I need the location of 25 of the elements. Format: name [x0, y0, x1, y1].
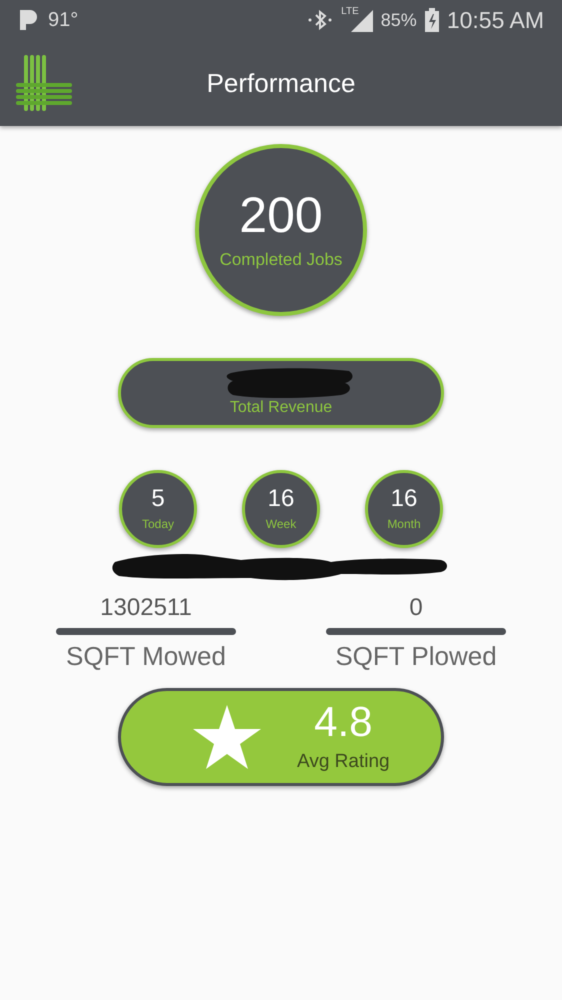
star-icon	[193, 705, 261, 769]
period-count: 16	[390, 487, 418, 511]
period-label: Month	[387, 517, 421, 531]
bluetooth-icon	[307, 9, 334, 31]
sqft-label: SQFT Mowed	[66, 641, 226, 672]
period-label: Today	[142, 517, 174, 531]
sqft-value: 1302511	[100, 594, 192, 622]
network-label: LTE	[341, 6, 359, 17]
revenue-label: Total Revenue	[230, 399, 332, 417]
rating-label: Avg Rating	[297, 751, 390, 773]
rating-value: 4.8	[314, 701, 372, 743]
app-logo-icon	[16, 55, 72, 111]
completed-jobs-label: Completed Jobs	[220, 250, 342, 270]
temperature: 91°	[48, 8, 78, 32]
screen-title: Performance	[206, 68, 356, 98]
period-count: 16	[268, 487, 294, 511]
completed-jobs-count: 200	[239, 190, 323, 240]
clock: 10:55 AM	[446, 6, 544, 34]
battery-percent: 85%	[380, 10, 417, 30]
sqft-value: 0	[409, 594, 423, 622]
period-label: Week	[266, 517, 296, 531]
sqft-label: SQFT Plowed	[335, 641, 497, 672]
battery-charging-icon	[424, 8, 439, 32]
period-count: 5	[151, 487, 165, 511]
app-notification-icon	[18, 8, 40, 32]
